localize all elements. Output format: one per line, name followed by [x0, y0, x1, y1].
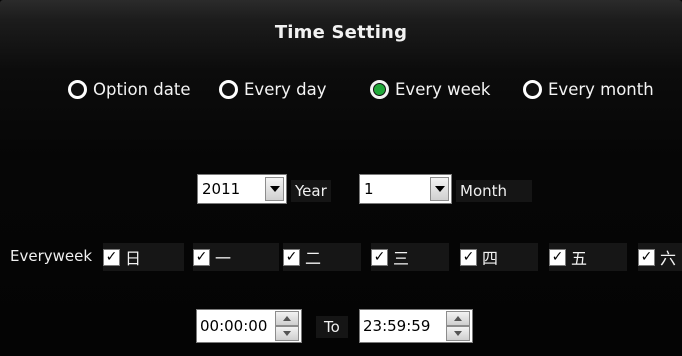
radio-option-date[interactable]: Option date [68, 80, 191, 99]
radio-label: Every month [548, 80, 654, 99]
weekday-fri[interactable]: ✓ 五 [549, 243, 627, 271]
radio-every-week[interactable]: Every week [370, 80, 491, 99]
weekday-label: 六 [659, 249, 676, 268]
weekday-label: 一 [215, 249, 232, 268]
month-label: Month [456, 180, 532, 202]
spin-up-icon[interactable] [275, 311, 299, 326]
checkbox-checked-icon[interactable]: ✓ [638, 248, 655, 266]
checkbox-checked-icon[interactable]: ✓ [549, 248, 566, 266]
radio-every-month[interactable]: Every month [523, 80, 654, 99]
radio-label: Option date [93, 80, 191, 99]
radio-circle-icon [68, 80, 87, 99]
weekday-tue[interactable]: ✓ 二 [283, 243, 361, 271]
end-time-spinner[interactable]: 23:59:59 [359, 309, 473, 343]
end-time-value: 23:59:59 [363, 317, 431, 335]
chevron-down-icon[interactable] [430, 177, 449, 201]
spin-down-icon[interactable] [275, 326, 299, 341]
radio-circle-icon [219, 80, 238, 99]
checkbox-checked-icon[interactable]: ✓ [460, 248, 477, 266]
year-value: 2011 [202, 180, 241, 198]
checkbox-checked-icon[interactable]: ✓ [283, 248, 300, 266]
weekday-label: 四 [482, 249, 499, 268]
schedule-mode-group: Option date Every day Every week Every m… [0, 80, 682, 114]
checkbox-checked-icon[interactable]: ✓ [371, 248, 388, 266]
weekday-sun[interactable]: ✓ 日 [103, 243, 184, 271]
radio-label: Every week [395, 80, 491, 99]
weekday-sat[interactable]: ✓ 六 [638, 243, 682, 271]
weekday-wed[interactable]: ✓ 三 [371, 243, 449, 271]
checkbox-checked-icon[interactable]: ✓ [103, 248, 120, 266]
spin-down-icon[interactable] [446, 326, 470, 341]
weekday-label: 二 [305, 249, 322, 268]
radio-every-day[interactable]: Every day [219, 80, 326, 99]
month-value: 1 [364, 180, 374, 198]
weekday-row: Everyweek ✓ 日 ✓ 一 ✓ 二 ✓ 三 ✓ 四 ✓ 五 ✓ 六 [0, 243, 682, 271]
weekday-label: 日 [125, 249, 142, 268]
radio-circle-icon [370, 80, 389, 99]
start-time-value: 00:00:00 [200, 317, 268, 335]
weekday-label: 五 [571, 249, 588, 268]
radio-circle-icon [523, 80, 542, 99]
panel-title: Time Setting [274, 22, 408, 43]
spin-up-icon[interactable] [446, 311, 470, 326]
checkbox-checked-icon[interactable]: ✓ [193, 248, 210, 266]
weekday-label: 三 [393, 249, 410, 268]
weekday-thu[interactable]: ✓ 四 [460, 243, 538, 271]
year-select[interactable]: 2011 [197, 174, 287, 204]
radio-label: Every day [244, 80, 327, 99]
time-setting-panel: Time Setting Option date Every day Every… [0, 0, 682, 356]
start-time-spinner[interactable]: 00:00:00 [196, 309, 302, 343]
weekday-mon[interactable]: ✓ 一 [193, 243, 279, 271]
chevron-down-icon[interactable] [265, 177, 284, 201]
month-select[interactable]: 1 [359, 174, 452, 204]
to-label: To [316, 316, 348, 338]
everyweek-label: Everyweek [10, 247, 93, 265]
year-label: Year [291, 180, 331, 202]
